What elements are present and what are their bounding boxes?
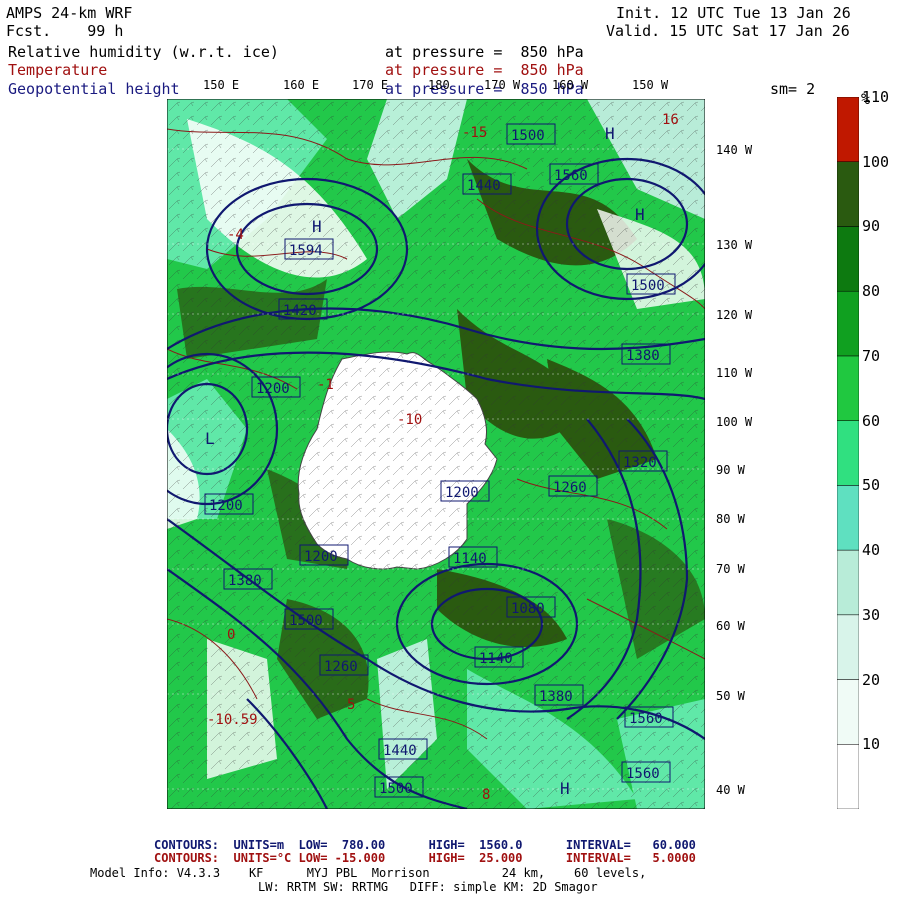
colorbar-tick-label: 30 xyxy=(862,605,881,624)
colorbar-tick-label: 10 xyxy=(862,735,881,754)
field2-name: Temperature xyxy=(8,61,108,79)
svg-text:1380: 1380 xyxy=(228,573,262,589)
svg-text:1380: 1380 xyxy=(539,689,573,705)
footer-model-info: Model Info: V4.3.3 KF MYJ PBL Morrison 2… xyxy=(90,866,647,880)
colorbar xyxy=(837,97,859,809)
lat-label: 40 W xyxy=(716,783,745,797)
colorbar-tick-label: 90 xyxy=(862,217,881,236)
temp-label: -4 xyxy=(227,227,244,243)
colorbar-tick-label: 60 xyxy=(862,411,881,430)
svg-text:1260: 1260 xyxy=(324,659,358,675)
svg-text:1140: 1140 xyxy=(479,651,513,667)
temp-label: 8 xyxy=(482,787,490,803)
svg-text:1440: 1440 xyxy=(383,743,417,759)
low-center: L xyxy=(205,429,215,448)
valid-time: Valid. 15 UTC Sat 17 Jan 26 xyxy=(606,22,850,40)
field2-level: at pressure = 850 hPa xyxy=(385,61,584,79)
footer-physics-info: LW: RRTM SW: RRTMG DIFF: simple KM: 2D S… xyxy=(258,880,598,894)
colorbar-segment xyxy=(837,549,859,616)
lon-label: 160 W xyxy=(552,78,589,92)
svg-text:1500: 1500 xyxy=(379,781,413,797)
colorbar-tick-label: 80 xyxy=(862,282,881,301)
colorbar-segment xyxy=(837,290,859,357)
svg-text:1594: 1594 xyxy=(289,243,323,259)
colorbar-segment xyxy=(837,355,859,421)
lon-label: 170 E xyxy=(352,78,389,92)
lon-label: 180 xyxy=(428,78,450,92)
svg-text:1560: 1560 xyxy=(626,766,660,782)
colorbar-segment xyxy=(837,226,859,292)
lon-label: 150 E xyxy=(203,78,240,92)
colorbar-tick-label: 20 xyxy=(862,670,881,689)
svg-text:1560: 1560 xyxy=(629,711,663,727)
temp-label: 16 xyxy=(662,112,679,128)
svg-text:1200: 1200 xyxy=(209,498,243,514)
lat-label: 50 W xyxy=(716,689,745,703)
colorbar-segment xyxy=(837,420,859,486)
lat-label: 60 W xyxy=(716,619,745,633)
svg-text:1420: 1420 xyxy=(283,303,317,319)
temp-label: 0 xyxy=(227,627,235,643)
lon-label: 170 W xyxy=(484,78,521,92)
field1-level: at pressure = 850 hPa xyxy=(385,43,584,61)
svg-text:1440: 1440 xyxy=(467,178,501,194)
high-center: H xyxy=(312,217,322,236)
colorbar-segment xyxy=(837,614,859,680)
temp-label: -10.59 xyxy=(207,712,258,728)
field3-name: Geopotential height xyxy=(8,80,180,98)
lon-label: 160 E xyxy=(283,78,320,92)
high-center: H xyxy=(635,205,645,224)
high-center: H xyxy=(560,779,570,798)
svg-text:1500: 1500 xyxy=(511,128,545,144)
svg-text:1080: 1080 xyxy=(511,601,545,617)
antarctic-map: 1500 1440 1560 1594 1500 1380 1420 1260 … xyxy=(167,99,705,809)
model-title: AMPS 24-km WRF xyxy=(6,4,133,22)
svg-text:1200: 1200 xyxy=(256,381,290,397)
lat-label: 130 W xyxy=(716,238,753,252)
wind-barbs xyxy=(167,99,705,809)
footer-line1: CONTOURS: UNITS=m LOW= 780.00 HIGH= 1560… xyxy=(154,838,696,852)
init-time: Init. 12 UTC Tue 13 Jan 26 xyxy=(616,4,851,22)
field1-name: Relative humidity (w.r.t. ice) xyxy=(8,43,279,61)
colorbar-tick-label: 70 xyxy=(862,346,881,365)
temp-label: -15 xyxy=(462,125,487,141)
svg-text:1200: 1200 xyxy=(304,549,338,565)
footer-line2: CONTOURS: UNITS=°C LOW= -15.000 HIGH= 25… xyxy=(154,851,696,865)
colorbar-segment xyxy=(837,97,859,162)
colorbar-tick-label: 110 xyxy=(862,88,890,106)
colorbar-segment xyxy=(837,744,859,809)
colorbar-tick-label: 40 xyxy=(862,541,881,560)
colorbar-tick-label: 50 xyxy=(862,476,881,495)
colorbar-segment xyxy=(837,161,859,227)
svg-text:1560: 1560 xyxy=(554,168,588,184)
colorbar-segment xyxy=(837,679,859,745)
temp-label: 5 xyxy=(347,697,355,713)
smoothing-label: sm= 2 xyxy=(770,80,816,98)
lat-label: 90 W xyxy=(716,463,745,477)
svg-text:1500: 1500 xyxy=(631,278,665,294)
svg-text:1380: 1380 xyxy=(626,348,660,364)
svg-text:1320: 1320 xyxy=(623,455,657,471)
lat-label: 80 W xyxy=(716,512,745,526)
svg-text:1140: 1140 xyxy=(453,551,487,567)
colorbar-tick-label: 100 xyxy=(862,152,890,171)
high-center: H xyxy=(605,124,615,143)
temp-label: -1 xyxy=(317,377,334,393)
forecast-hour: Fcst. 99 h xyxy=(6,22,124,40)
temp-label: -10 xyxy=(397,412,422,428)
lat-label: 100 W xyxy=(716,415,753,429)
lat-label: 140 W xyxy=(716,143,753,157)
lat-label: 120 W xyxy=(716,308,753,322)
colorbar-segment xyxy=(837,485,859,551)
svg-text:1200: 1200 xyxy=(445,485,479,501)
lat-label: 110 W xyxy=(716,366,753,380)
svg-text:1260: 1260 xyxy=(553,480,587,496)
lon-label: 150 W xyxy=(632,78,669,92)
lat-label: 70 W xyxy=(716,562,745,576)
